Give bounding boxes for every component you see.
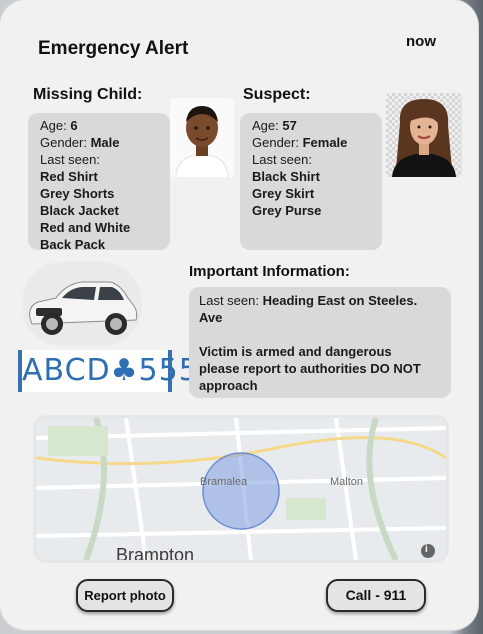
map-label-city: Brampton: [116, 545, 195, 563]
suspect-clothing-item: Grey Purse: [252, 203, 322, 218]
alert-title: Emergency Alert: [38, 38, 189, 59]
info-last-seen: Last seen: Heading East on Steeles.: [199, 293, 418, 308]
map-label-town: Malton: [330, 476, 364, 488]
child-details-box: Age: 6 Gender: Male Last seen: Red Shirt…: [28, 113, 170, 252]
report-photo-button[interactable]: Report photo: [76, 579, 174, 612]
location-map[interactable]: Bramalea Malton Brampton i: [33, 415, 449, 563]
suspect-photo[interactable]: [386, 93, 462, 177]
child-clothing-item: Back Pack: [40, 237, 106, 252]
suspect-clothing-item: Black Shirt: [252, 169, 320, 184]
child-clothing-item: Red Shirt: [40, 169, 98, 184]
important-info-heading: Important Information:: [189, 263, 350, 280]
child-photo[interactable]: [170, 98, 234, 178]
suspect-details-box: Age: 57 Gender: Female Last seen: Black …: [240, 113, 382, 250]
license-plate: ABCD♣555: [18, 350, 198, 392]
important-info-box: Last seen: Heading East on Steeles. Ave …: [189, 287, 451, 398]
map-info-icon[interactable]: i: [425, 544, 428, 555]
info-last-seen-cont: Ave: [199, 310, 223, 325]
alert-time: now: [406, 33, 436, 50]
suspect-heading: Suspect:: [243, 86, 311, 103]
suspect-last-seen-label: Last seen:: [252, 152, 312, 167]
suspect-clothing-item: Grey Skirt: [252, 186, 315, 201]
info-warning: approach: [199, 378, 258, 393]
suspect-gender: Gender: Female: [252, 135, 348, 150]
child-clothing-item: Grey Shorts: [40, 186, 115, 201]
call-911-button[interactable]: Call - 911: [326, 579, 426, 612]
child-last-seen-label: Last seen:: [40, 152, 100, 167]
child-age: Age: 6: [40, 118, 78, 133]
child-clothing-item: Black Jacket: [40, 203, 119, 218]
vehicle-photo[interactable]: [22, 262, 142, 346]
child-clothing-item: Red and White: [40, 220, 131, 235]
map-label-area: Bramalea: [200, 476, 248, 488]
alert-card: Emergency Alert now Missing Child: Age: …: [0, 0, 478, 630]
missing-child-heading: Missing Child:: [33, 86, 143, 103]
info-warning: Victim is armed and dangerous: [199, 344, 392, 359]
suspect-age: Age: 57: [252, 118, 297, 133]
info-warning: please report to authorities DO NOT: [199, 361, 421, 376]
child-gender: Gender: Male: [40, 135, 120, 150]
